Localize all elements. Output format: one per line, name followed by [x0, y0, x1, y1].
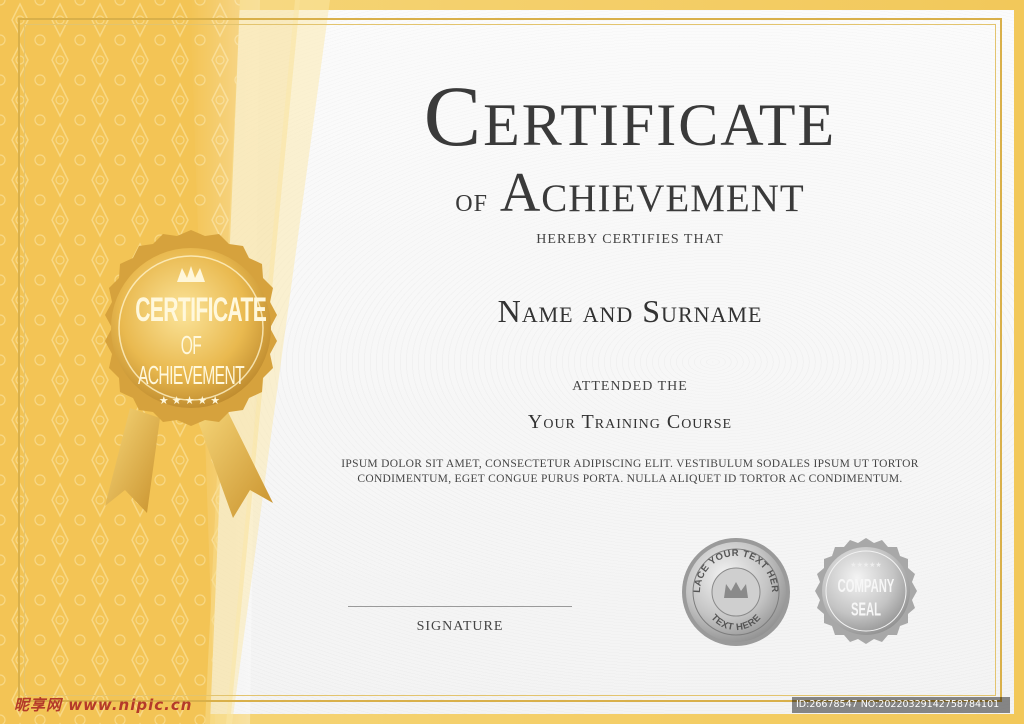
certificate-title: Certificate [423, 68, 837, 164]
badge-stars: ★★★★★ [158, 395, 224, 407]
body-line-2: condimentum, eget congue purus porta. Nu… [357, 473, 903, 485]
body-text: ipsum dolor sit amet, consectetur adipis… [340, 457, 920, 487]
hereby-text: HEREBY CERTIFIES THAT [536, 232, 724, 247]
signature-line [348, 606, 572, 607]
badge-line2: OF ACHIEVEMENT [137, 330, 245, 390]
recipient-name: Name and Surname [497, 293, 763, 329]
title-achievement: Achievement [499, 162, 805, 224]
badge-text: CERTIFICATE OF ACHIEVEMENT ★★★★★ [101, 290, 281, 407]
company-seal-line1: COMPANY [838, 576, 895, 597]
company-seal: ★★★★★ COMPANY SEAL [815, 538, 917, 644]
company-seal-line2: SEAL [851, 600, 881, 621]
badge-ribbon-left [105, 408, 160, 513]
certificate-page: CERTIFICATE OF ACHIEVEMENT ★★★★★ Certifi… [0, 0, 1024, 724]
badge-ribbon-right [195, 406, 273, 518]
company-seal-stars: ★★★★★ [850, 561, 881, 569]
badge-line1: CERTIFICATE [135, 291, 267, 329]
course-name: Your Training Course [527, 411, 733, 433]
watermark-left: 昵享网 www.nipic.cn [14, 696, 193, 714]
achievement-title: of Achievement [330, 160, 930, 234]
silver-seal-place-text: PLACE YOUR TEXT HERE TEXT HERE [680, 536, 790, 646]
title-of: of [455, 182, 488, 219]
watermark-right: ID:26678547 NO:20220329142758784101 [792, 697, 1010, 713]
body-line-1: ipsum dolor sit amet, consectetur adipis… [341, 458, 919, 470]
attended-text: ATTENDED THE [572, 379, 688, 394]
signature-label: Signature [416, 619, 504, 634]
